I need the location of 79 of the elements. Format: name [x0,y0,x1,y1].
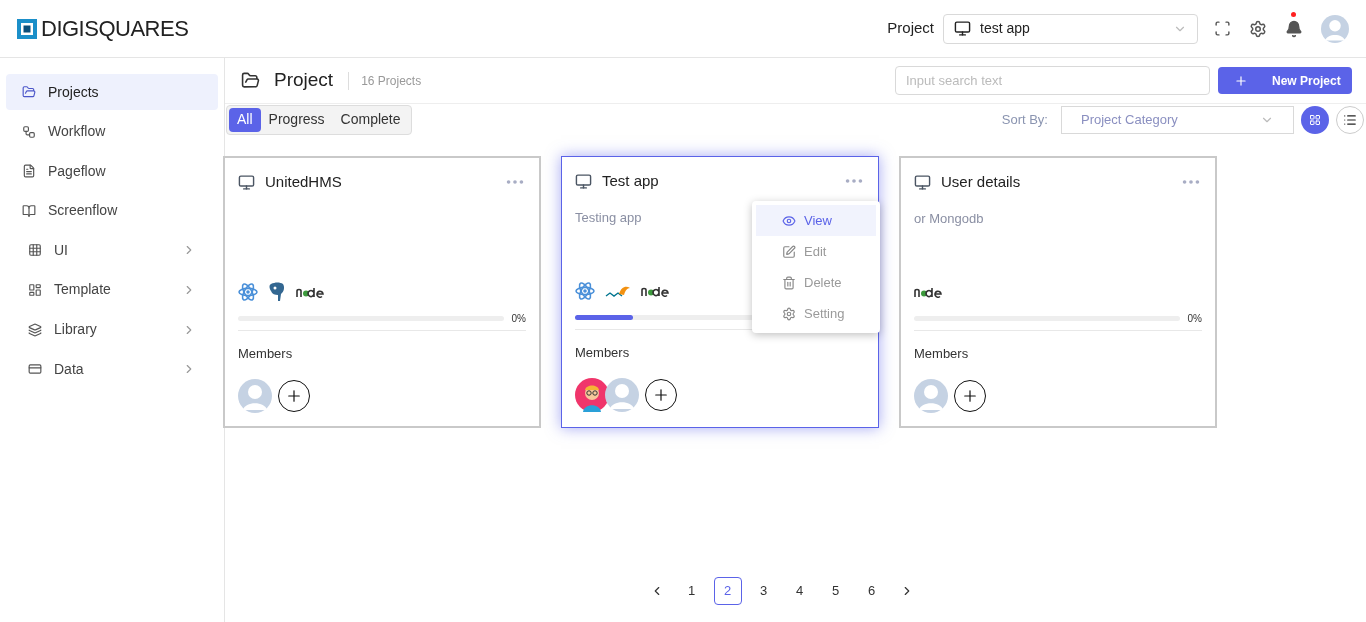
monitor-icon [238,173,255,191]
project-label: Project [887,18,934,39]
progress-percent: 0% [1187,311,1202,326]
sidebar-item[interactable]: UI [6,232,218,269]
menu-item-icon [22,124,36,139]
members-label: Members [914,346,969,361]
sidebar-item[interactable]: Projects [6,74,218,110]
menu-item-icon [28,362,42,377]
plus-icon [652,386,670,404]
page-title: Project [274,68,334,93]
members-label: Members [575,345,630,360]
trash-icon [782,275,796,290]
project-card[interactable]: Test app Testing app Members View Edit Delete Setting [561,156,879,428]
elephant-logo-icon [268,282,286,302]
gear-icon [782,306,796,321]
page-link[interactable]: 5 [821,577,850,605]
filter-tab[interactable]: Progress [260,107,333,132]
avatar-silhouette-icon [914,379,948,413]
project-name: UnitedHMS [265,171,343,192]
list-icon [1343,113,1357,127]
atom-logo-icon [238,282,258,302]
page-link[interactable]: 4 [785,577,814,605]
project-name: User details [941,171,1022,192]
grid-view-button[interactable] [1301,106,1329,134]
node-logo-icon [641,285,669,297]
menu-item-icon [22,85,36,99]
plus-icon [1234,73,1248,88]
monitor-icon [914,173,931,191]
project-card[interactable]: User details or Mongodb 0% Members [899,156,1217,428]
progress-percent: 0% [511,311,526,326]
sidebar-item[interactable]: Pageflow [6,153,218,190]
project-description: Testing app [575,210,642,225]
grid-icon [1309,114,1321,126]
menu-item-icon [22,203,36,218]
plus-icon [285,387,303,405]
folder-icon [241,71,260,90]
page-link[interactable]: 2 [713,577,742,605]
project-count: 16 Projects [348,71,422,90]
atom-logo-icon [575,281,595,301]
page-link[interactable]: 1 [677,577,706,605]
brand-name: DIGISQUARES [41,15,189,43]
members-label: Members [238,346,293,361]
filter-tab[interactable]: All [229,107,261,132]
project-description: or Mongodb [914,211,984,226]
menu-item-icon [28,322,42,337]
dolphin-logo-icon [605,284,631,298]
user-avatar-icon [1321,14,1349,43]
project-name: Test app [602,170,660,191]
node-logo-icon [914,286,942,298]
page-link[interactable]: 3 [749,577,778,605]
project-card[interactable]: UnitedHMS 0% Members [223,156,541,428]
sidebar-item[interactable]: Template [6,271,218,308]
cartoon-avatar-icon [575,378,609,412]
menu-item-icon [28,282,42,297]
fullscreen-icon[interactable] [1214,20,1231,37]
menu-item-icon [28,243,42,258]
project-select[interactable]: test app [943,13,1198,44]
new-project-button[interactable]: New Project [1218,67,1352,94]
sort-label: Sort By: [1001,111,1048,130]
settings-icon[interactable] [1249,19,1267,38]
edit-icon [782,244,796,259]
menu-item-icon [22,164,36,179]
sidebar-item[interactable]: Workflow [6,113,218,150]
menu-item[interactable]: View [756,205,876,236]
eye-icon [782,213,796,228]
search-field[interactable]: Input search text [895,66,1210,95]
notifications-icon[interactable] [1285,19,1303,38]
avatar-silhouette-icon [605,378,639,412]
monitor-icon [954,20,971,37]
square-logo-icon [17,18,37,39]
sidebar-item[interactable]: Library [6,311,218,348]
page-link[interactable]: 6 [857,577,886,605]
sidebar-item[interactable]: Data [6,351,218,388]
sidebar-item[interactable]: Screenflow [6,192,218,229]
plus-icon [961,387,979,405]
avatar-silhouette-icon [238,379,272,413]
filter-tab[interactable]: Complete [332,107,409,132]
monitor-icon [575,172,592,190]
node-logo-icon [296,286,324,298]
